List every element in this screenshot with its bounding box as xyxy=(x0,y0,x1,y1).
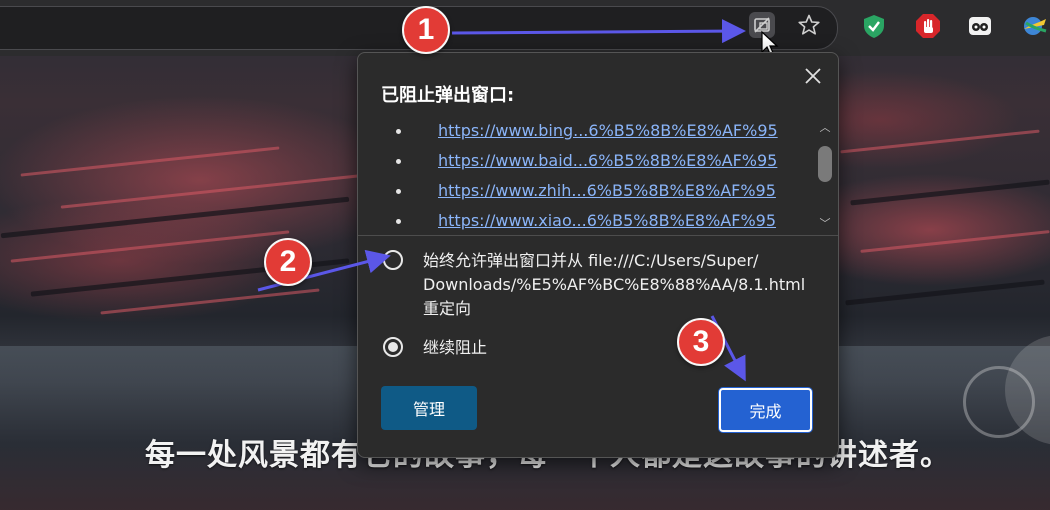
allow-popups-label: 始终允许弹出窗口并从 file:///C:/Users/Super/ Downl… xyxy=(423,251,806,318)
eyes-icon[interactable] xyxy=(966,12,994,40)
blocked-links-list: https://www.bing...6%B5%8B%E8%AF%95 http… xyxy=(358,117,838,235)
divider xyxy=(358,235,838,236)
close-icon xyxy=(805,68,821,84)
step-3-badge: 3 xyxy=(677,318,725,366)
list-item: https://www.xiao...6%B5%8B%E8%AF%95 xyxy=(358,207,828,235)
scrollbar-thumb[interactable] xyxy=(818,146,832,182)
stop-hand-icon[interactable] xyxy=(914,12,942,40)
allow-popups-radio[interactable] xyxy=(383,250,403,270)
manage-button[interactable]: 管理 xyxy=(381,386,477,430)
list-item: https://www.zhih...6%B5%8B%E8%AF%95 xyxy=(358,177,828,207)
blocked-link[interactable]: https://www.baid...6%B5%8B%E8%AF%95 xyxy=(438,151,777,170)
list-item: https://www.baid...6%B5%8B%E8%AF%95 xyxy=(358,147,828,177)
step-2-badge: 2 xyxy=(264,238,312,286)
keep-blocking-radio[interactable] xyxy=(383,337,403,357)
keep-blocking-label: 继续阻止 xyxy=(423,338,488,357)
list-item: https://www.bing...6%B5%8B%E8%AF%95 xyxy=(358,117,828,147)
dialog-title: 已阻止弹出窗口: xyxy=(381,85,515,106)
blocked-link[interactable]: https://www.zhih...6%B5%8B%E8%AF%95 xyxy=(438,181,776,200)
star-icon[interactable] xyxy=(796,12,822,38)
blocked-popups-dialog: 已阻止弹出窗口: https://www.bing...6%B5%8B%E8%A… xyxy=(357,52,839,458)
blocked-link[interactable]: https://www.xiao...6%B5%8B%E8%AF%95 xyxy=(438,211,776,230)
scroll-down-icon[interactable]: ﹀ xyxy=(817,217,833,231)
browser-toolbar xyxy=(0,0,1050,57)
decorative-circle xyxy=(963,366,1035,438)
step-1-badge: 1 xyxy=(402,6,450,54)
blocked-link[interactable]: https://www.bing...6%B5%8B%E8%AF%95 xyxy=(438,121,778,140)
globe-arrow-icon[interactable] xyxy=(1020,12,1048,40)
scroll-up-icon[interactable]: ︿ xyxy=(817,121,833,135)
shield-check-icon[interactable] xyxy=(860,12,888,40)
done-button[interactable]: 完成 xyxy=(719,388,812,432)
close-button[interactable] xyxy=(798,61,828,91)
